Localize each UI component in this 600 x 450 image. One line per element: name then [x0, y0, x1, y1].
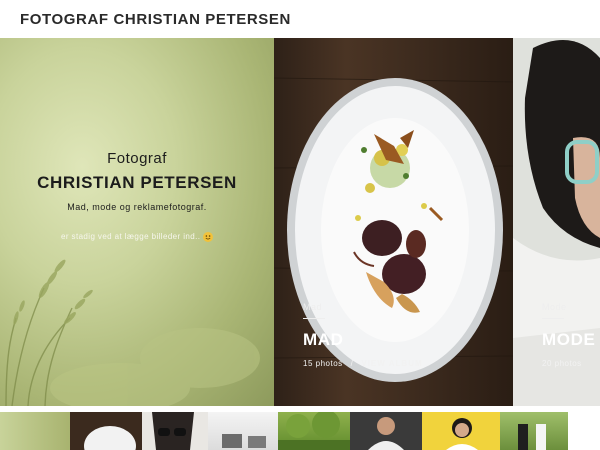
site-header: FOTOGRAF CHRISTIAN PETERSEN [0, 0, 600, 38]
album-meta-separator: / [350, 359, 354, 368]
album-title[interactable]: MAD [303, 330, 344, 350]
album-card-mode[interactable]: Mode MODE 20 photos [513, 38, 600, 406]
intro-tagline: Mad, mode og reklamefotograf. [67, 202, 207, 212]
thumbnail-interior[interactable] [208, 412, 278, 450]
thumbnail-sunglasses[interactable] [142, 412, 208, 450]
site-title[interactable]: FOTOGRAF CHRISTIAN PETERSEN [20, 11, 291, 28]
intro-photographer-name: CHRISTIAN PETERSEN [37, 173, 237, 192]
fashion-portrait-image [513, 38, 600, 406]
thumbnail-strip [0, 412, 600, 450]
smiley-icon [202, 232, 213, 242]
album-title[interactable]: MODE [542, 330, 595, 350]
thumbnail-couple[interactable] [500, 412, 568, 450]
album-meta: 15 photos / VIEW ALBUM [303, 359, 423, 368]
thumbnail-garden[interactable] [278, 412, 350, 450]
thumbnail-portrait-man[interactable] [350, 412, 422, 450]
intro-note: er stadig ved at lægge billeder ind.. [0, 232, 274, 242]
view-album-link[interactable]: VIEW ALBUM [361, 359, 422, 368]
album-category: Mode [542, 302, 567, 312]
intro-panel: Fotograf CHRISTIAN PETERSEN Mad, mode og… [0, 38, 274, 406]
intro-kicker: Fotograf [107, 150, 167, 167]
album-meta: 20 photos [542, 359, 582, 368]
album-photo-count: 20 photos [542, 359, 582, 368]
album-divider [542, 318, 564, 319]
intro-note-text: er stadig ved at lægge billeder ind.. [61, 232, 203, 242]
intro-text-block: Fotograf CHRISTIAN PETERSEN Mad, mode og… [0, 150, 274, 242]
album-divider [303, 318, 325, 319]
album-card-mad[interactable]: Mad MAD 15 photos / VIEW ALBUM [274, 38, 513, 406]
album-photo-count: 15 photos [303, 359, 343, 368]
food-plate-image [274, 77, 513, 382]
thumbnail-food[interactable] [70, 412, 142, 450]
hero-slider[interactable]: Fotograf CHRISTIAN PETERSEN Mad, mode og… [0, 38, 600, 406]
thumbnail-grass[interactable] [0, 412, 70, 450]
album-category: Mad [303, 302, 323, 312]
thumbnail-portrait-woman[interactable] [422, 412, 500, 450]
